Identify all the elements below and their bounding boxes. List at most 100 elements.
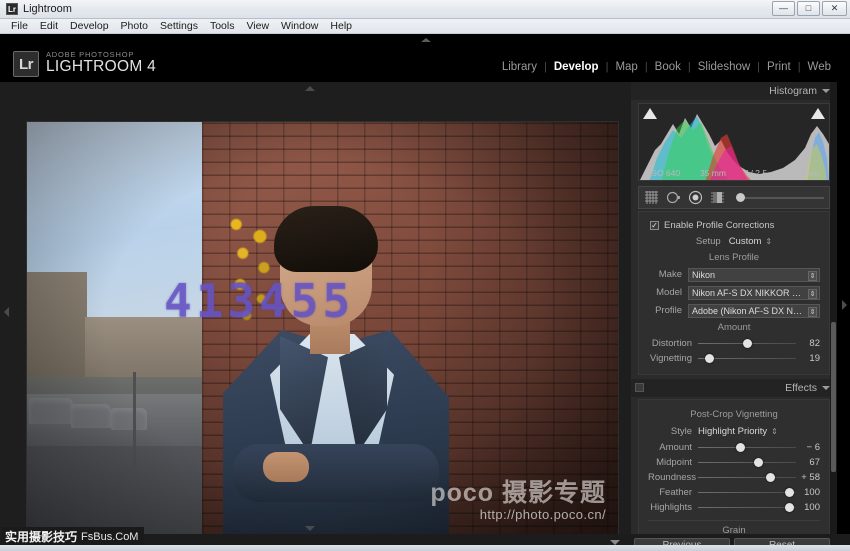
vignette-highlights-slider[interactable] (698, 502, 796, 513)
lens-profile-row[interactable]: Profile Adobe (Nikon AF-S DX NIKKO... ⇕ (648, 303, 820, 318)
menu-view[interactable]: View (240, 19, 275, 33)
menu-photo[interactable]: Photo (115, 19, 154, 33)
lens-profile-select[interactable]: Adobe (Nikon AF-S DX NIKKO... ⇕ (688, 303, 820, 318)
module-library[interactable]: Library (495, 61, 544, 73)
highlight-clipping-icon[interactable] (811, 108, 825, 119)
vignette-highlights-row[interactable]: Highlights 100 (648, 501, 820, 514)
close-button[interactable]: ✕ (822, 1, 847, 16)
slider-track (698, 447, 796, 448)
photo-number-overlay: 413455 (164, 274, 355, 328)
vignette-midpoint-row[interactable]: Midpoint 67 (648, 456, 820, 469)
scrollbar-thumb[interactable] (831, 322, 836, 472)
lens-model-select[interactable]: Nikon AF-S DX NIKKOR 35mm... ⇕ (688, 285, 820, 300)
menu-tools[interactable]: Tools (204, 19, 241, 33)
slider-track (698, 477, 796, 478)
vignette-feather-label: Feather (659, 487, 692, 498)
slider-knob[interactable] (766, 473, 776, 482)
slider-knob[interactable] (705, 354, 715, 363)
window-controls: — □ ✕ (772, 1, 847, 16)
slider-knob[interactable] (742, 339, 752, 348)
page-watermark: 实用摄影技巧 FsBus.CoM (2, 527, 145, 546)
module-web[interactable]: Web (801, 61, 838, 73)
vignette-amount-slider[interactable] (698, 442, 796, 453)
stepper-icon[interactable]: ⇕ (771, 427, 778, 436)
effects-divider (648, 520, 820, 521)
chevron-down-icon[interactable]: ⇕ (808, 288, 817, 299)
slider-knob[interactable] (735, 443, 745, 452)
lens-profile-value: Adobe (Nikon AF-S DX NIKKO... (692, 305, 804, 316)
menu-edit[interactable]: Edit (34, 19, 64, 33)
right-panel-toggle-icon[interactable] (842, 300, 847, 310)
module-print[interactable]: Print (760, 61, 798, 73)
crop-overlay-icon[interactable] (644, 190, 659, 205)
brush-slider-knob[interactable] (736, 192, 745, 202)
vignette-style-row[interactable]: Style Highlight Priority ⇕ (648, 424, 820, 438)
lens-make-select[interactable]: Nikon ⇕ (688, 267, 820, 282)
graduated-filter-icon[interactable] (710, 190, 725, 205)
effects-panel-switch[interactable] (635, 383, 644, 392)
module-map[interactable]: Map (608, 61, 644, 73)
enable-profile-checkbox[interactable]: ✓ (650, 220, 659, 230)
photo-viewer[interactable]: 413455 poco 摄影专题 http://photo.poco.cn/ (27, 122, 618, 540)
toolbar-toggle-icon[interactable] (305, 526, 315, 531)
distortion-slider-row[interactable]: Distortion 82 (648, 337, 820, 350)
lens-make-row[interactable]: Make Nikon ⇕ (648, 267, 820, 282)
menu-settings[interactable]: Settings (154, 19, 204, 33)
brand-block: ADOBE PHOTOSHOP LIGHTROOM 4 (46, 50, 156, 76)
menu-develop[interactable]: Develop (64, 19, 115, 33)
brand-title: LIGHTROOM 4 (46, 58, 157, 75)
menu-file[interactable]: File (5, 19, 34, 33)
slider-track (698, 462, 796, 463)
module-develop[interactable]: Develop (547, 61, 606, 73)
left-panel-toggle-icon[interactable] (4, 307, 9, 317)
red-eye-icon[interactable] (688, 190, 703, 205)
vignette-feather-slider[interactable] (698, 487, 796, 498)
vignette-amount-label: Amount (659, 442, 692, 453)
stepper-icon[interactable]: ⇕ (765, 237, 772, 246)
vignette-midpoint-slider[interactable] (698, 457, 796, 468)
vignetting-slider-row[interactable]: Vignetting 19 (648, 352, 820, 365)
slider-knob[interactable] (754, 458, 764, 467)
chevron-down-icon[interactable] (822, 386, 830, 390)
vignetting-slider[interactable] (698, 353, 796, 364)
spot-removal-icon[interactable] (666, 190, 681, 205)
enable-profile-corrections-row[interactable]: ✓ Enable Profile Corrections (650, 218, 820, 232)
setup-row[interactable]: Setup Custom ⇕ (648, 235, 820, 248)
content-area: 413455 poco 摄影专题 http://photo.poco.cn/ (14, 82, 631, 540)
vignette-feather-row[interactable]: Feather 100 (648, 486, 820, 499)
lens-model-row[interactable]: Model Nikon AF-S DX NIKKOR 35mm... ⇕ (648, 285, 820, 300)
minimize-button[interactable]: — (772, 1, 795, 16)
vignette-roundness-slider[interactable] (698, 472, 796, 483)
watermark-cn: 实用摄影技巧 (5, 530, 78, 544)
effects-panel-header[interactable]: Effects (631, 379, 837, 397)
setup-value[interactable]: Custom (729, 236, 762, 247)
distortion-slider[interactable] (698, 338, 796, 349)
vignette-style-value[interactable]: Highlight Priority (698, 426, 767, 437)
menu-window[interactable]: Window (275, 19, 324, 33)
chevron-down-icon[interactable] (822, 89, 830, 93)
shadow-clipping-icon[interactable] (643, 108, 657, 119)
vignetting-label: Vignetting (649, 353, 692, 364)
maximize-button[interactable]: □ (797, 1, 820, 16)
module-book[interactable]: Book (648, 61, 688, 73)
postcrop-vignetting-title: Post-Crop Vignetting (690, 409, 778, 420)
module-picker: Library | Develop | Map | Book | Slidesh… (495, 61, 838, 73)
chevron-down-icon[interactable]: ⇕ (808, 306, 817, 317)
menu-help[interactable]: Help (324, 19, 358, 33)
slider-knob[interactable] (784, 488, 794, 497)
adjustment-brush-slider[interactable] (736, 192, 824, 202)
histogram-panel-header[interactable]: Histogram (631, 82, 837, 100)
top-panel-toggle-icon[interactable] (421, 38, 431, 42)
vignette-midpoint-label: Midpoint (656, 457, 692, 468)
lens-model-label: Model (656, 287, 682, 298)
left-panel-collapsed[interactable] (0, 82, 14, 534)
slider-knob[interactable] (784, 503, 794, 512)
chevron-down-icon[interactable]: ⇕ (808, 270, 817, 281)
vignette-roundness-row[interactable]: Roundness + 58 (648, 471, 820, 484)
exif-shutter: 1/50 sec (786, 168, 820, 178)
filmstrip-toggle-icon[interactable] (305, 86, 315, 91)
right-panel-scrollbar[interactable] (830, 82, 837, 534)
module-slideshow[interactable]: Slideshow (691, 61, 757, 73)
histogram-graph[interactable]: ISO 640 35 mm f / 2.5 1/50 sec (638, 103, 830, 181)
vignette-amount-row[interactable]: Amount − 6 (648, 441, 820, 454)
